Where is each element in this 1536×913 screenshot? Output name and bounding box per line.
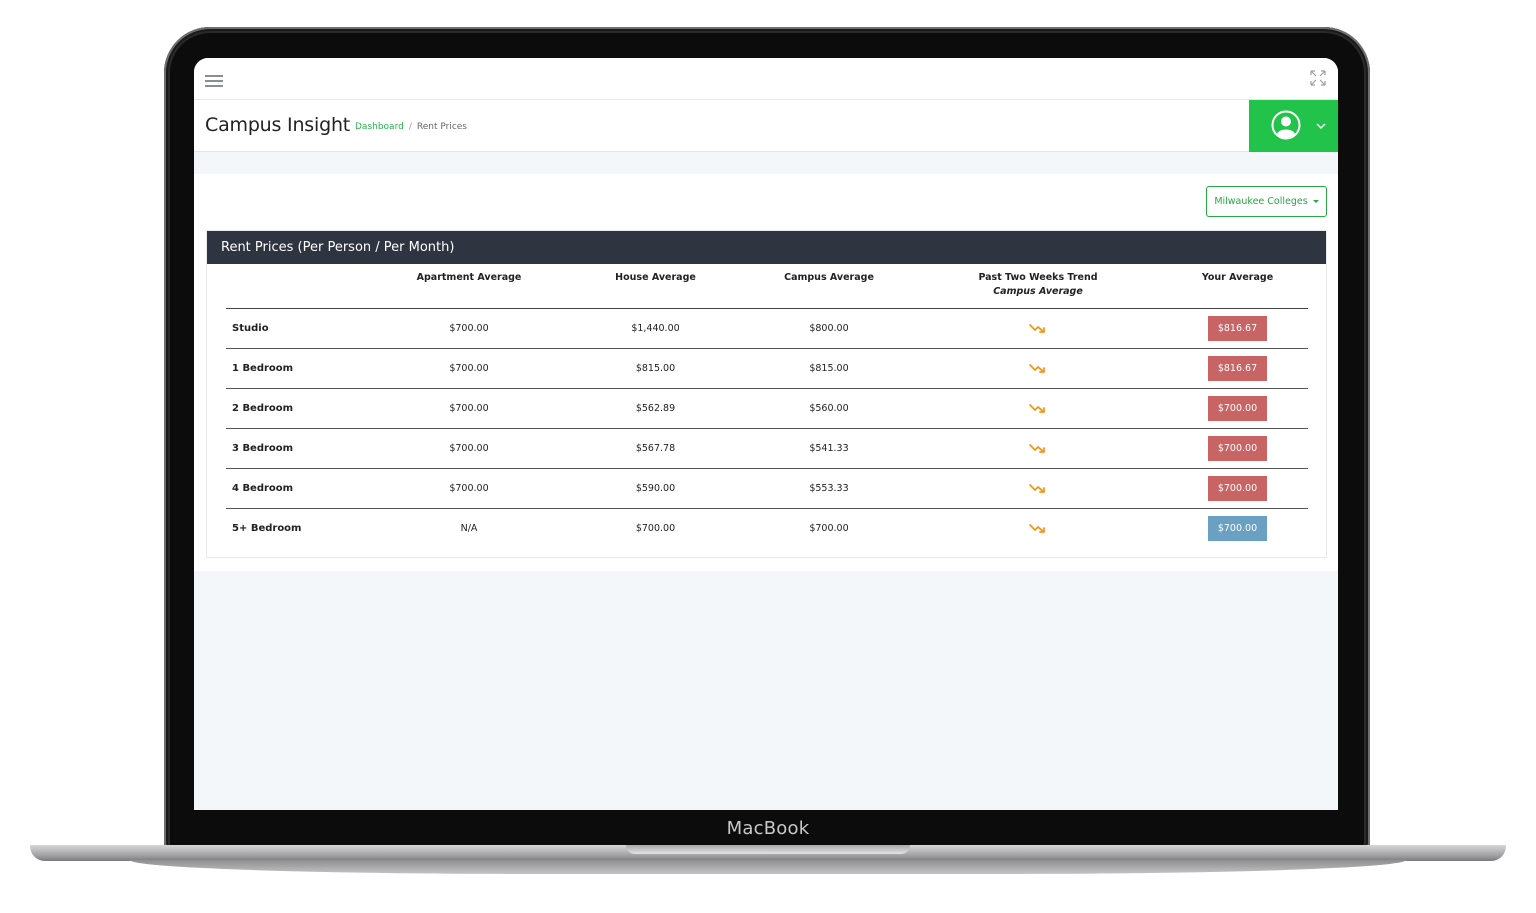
your-average-badge: $700.00	[1208, 395, 1267, 421]
menu-icon[interactable]	[205, 75, 223, 87]
cell-campus-average: $560.00	[749, 388, 909, 429]
col-header-house: House Average	[562, 264, 749, 309]
trend-down-icon	[1029, 484, 1045, 493]
caret-down-icon	[1312, 200, 1319, 203]
cell-unit-type: 3 Bedroom	[226, 428, 376, 469]
screen: Campus Insight Dashboard / Rent Prices Mil…	[194, 58, 1338, 810]
laptop-base-bottom	[130, 860, 1406, 874]
table-row: 4 Bedroom $700.00 $590.00 $553.33 $700.00	[226, 468, 1308, 509]
col-header-trend-title: Past Two Weeks Trend	[978, 272, 1098, 283]
college-filter-label: Milwaukee Colleges	[1214, 196, 1308, 207]
cell-trend	[909, 468, 1167, 509]
cell-your-average: $700.00	[1167, 468, 1308, 509]
col-header-yours: Your Average	[1167, 264, 1308, 309]
trend-down-icon	[1029, 364, 1045, 373]
table-row: 2 Bedroom $700.00 $562.89 $560.00 $700.00	[226, 388, 1308, 429]
cell-trend	[909, 388, 1167, 429]
cell-your-average: $700.00	[1167, 508, 1308, 548]
cell-house-average: $590.00	[562, 468, 749, 509]
cell-trend	[909, 428, 1167, 469]
trend-down-icon	[1029, 524, 1045, 534]
your-average-badge: $816.67	[1208, 355, 1267, 381]
cell-apartment-average: $700.00	[376, 348, 562, 389]
user-avatar-icon	[1271, 110, 1301, 140]
col-header-type	[226, 264, 376, 309]
col-header-trend: Past Two Weeks Trend Campus Average	[909, 264, 1167, 309]
fullscreen-icon[interactable]	[1310, 70, 1326, 86]
main-content: Milwaukee Colleges Rent Prices (Per Pers…	[194, 174, 1338, 571]
user-menu-button[interactable]	[1249, 100, 1338, 152]
college-filter-dropdown[interactable]: Milwaukee Colleges	[1206, 186, 1327, 217]
cell-your-average: $816.67	[1167, 348, 1308, 389]
breadcrumb-current: Rent Prices	[416, 122, 467, 132]
cell-campus-average: $815.00	[749, 348, 909, 389]
trend-down-icon	[1029, 324, 1045, 333]
cell-apartment-average: $700.00	[376, 428, 562, 469]
cell-unit-type: 2 Bedroom	[226, 388, 376, 429]
col-header-trend-subtitle: Campus Average	[993, 286, 1083, 297]
table-row: 3 Bedroom $700.00 $567.78 $541.33 $700.00	[226, 428, 1308, 469]
your-average-badge: $700.00	[1208, 475, 1267, 501]
breadcrumb-separator: /	[408, 122, 412, 132]
cell-campus-average: $800.00	[749, 308, 909, 349]
cell-unit-type: 1 Bedroom	[226, 348, 376, 389]
cell-unit-type: Studio	[226, 308, 376, 349]
cell-house-average: $562.89	[562, 388, 749, 429]
top-bar	[194, 58, 1338, 100]
card-title: Rent Prices (Per Person / Per Month)	[207, 231, 1326, 264]
table-row: Studio $700.00 $1,440.00 $800.00 $816.67	[226, 308, 1308, 349]
rent-prices-card: Rent Prices (Per Person / Per Month) Apa…	[206, 230, 1327, 558]
table-header-row: Apartment Average House Average Campus A…	[226, 264, 1308, 309]
your-average-badge: $816.67	[1208, 315, 1267, 341]
trend-down-icon	[1029, 444, 1045, 453]
laptop-notch	[626, 845, 910, 854]
table-row: 5+ Bedroom N/A $700.00 $700.00 $700.00	[226, 508, 1308, 548]
col-header-campus: Campus Average	[749, 264, 909, 309]
cell-campus-average: $541.33	[749, 428, 909, 469]
rent-prices-table: Apartment Average House Average Campus A…	[226, 264, 1308, 548]
cell-house-average: $567.78	[562, 428, 749, 469]
cell-unit-type: 5+ Bedroom	[232, 522, 302, 534]
your-average-badge: $700.00	[1208, 435, 1267, 461]
cell-trend	[909, 508, 1167, 548]
page-title: Campus Insight	[205, 114, 351, 136]
device-brand-label: MacBook	[726, 818, 810, 839]
cell-campus-average: $700.00	[809, 522, 849, 534]
table-row: 1 Bedroom $700.00 $815.00 $815.00 $816.67	[226, 348, 1308, 389]
cell-house-average: $815.00	[562, 348, 749, 389]
cell-apartment-average: N/A	[460, 522, 478, 534]
cell-apartment-average: $700.00	[376, 308, 562, 349]
page-header: Campus Insight Dashboard / Rent Prices	[194, 100, 1338, 152]
col-header-apartment: Apartment Average	[376, 264, 562, 309]
trend-down-icon	[1029, 404, 1045, 413]
cell-campus-average: $553.33	[749, 468, 909, 509]
cell-unit-type: 4 Bedroom	[226, 468, 376, 509]
breadcrumb-dashboard-link[interactable]: Dashboard	[355, 122, 404, 132]
cell-trend	[909, 308, 1167, 349]
cell-house-average: $1,440.00	[562, 308, 749, 349]
cell-your-average: $700.00	[1167, 428, 1308, 469]
cell-apartment-average: $700.00	[376, 388, 562, 429]
cell-apartment-average: $700.00	[376, 468, 562, 509]
cell-trend	[909, 348, 1167, 389]
cell-your-average: $816.67	[1167, 308, 1308, 349]
breadcrumb: Dashboard / Rent Prices	[355, 122, 467, 132]
cell-your-average: $700.00	[1167, 388, 1308, 429]
cell-house-average: $700.00	[635, 522, 676, 534]
chevron-down-icon	[1316, 123, 1326, 129]
your-average-badge: $700.00	[1208, 515, 1267, 541]
